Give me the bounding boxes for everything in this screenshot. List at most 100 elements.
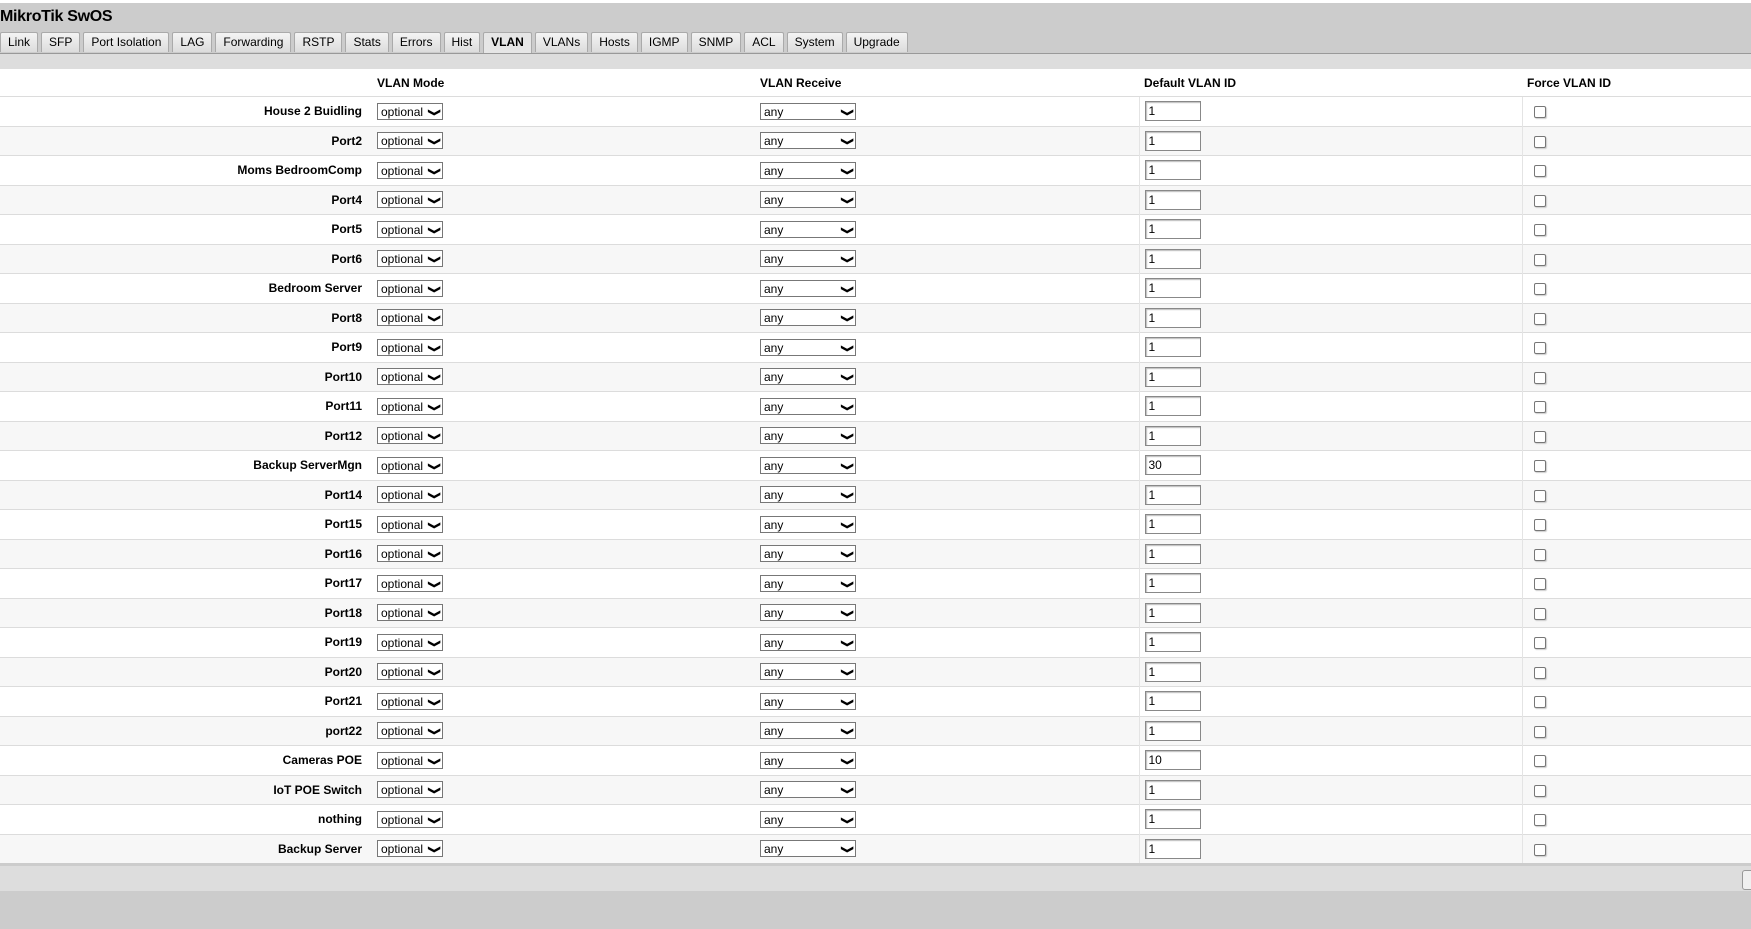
vlan-mode-select[interactable]: optional ❯	[377, 279, 443, 297]
vlan-mode-select[interactable]: optional ❯	[377, 191, 443, 209]
default-vlan-id-input[interactable]: 1	[1144, 189, 1201, 210]
vlan-receive-select[interactable]: any ❯	[760, 220, 856, 238]
force-vlan-id-checkbox[interactable]	[1533, 371, 1546, 384]
force-vlan-id-checkbox[interactable]	[1533, 430, 1546, 443]
force-vlan-id-checkbox[interactable]	[1533, 666, 1546, 679]
vlan-mode-select[interactable]: optional ❯	[377, 751, 443, 769]
default-vlan-id-input[interactable]: 10	[1144, 750, 1201, 771]
vlan-receive-select[interactable]: any ❯	[760, 840, 856, 858]
default-vlan-id-input[interactable]: 1	[1144, 809, 1201, 830]
tab-snmp[interactable]: SNMP	[690, 32, 742, 52]
force-vlan-id-checkbox[interactable]	[1533, 194, 1546, 207]
default-vlan-id-input[interactable]: 1	[1144, 602, 1201, 623]
vlan-receive-select[interactable]: any ❯	[760, 397, 856, 415]
vlan-mode-select[interactable]: optional ❯	[377, 574, 443, 592]
vlan-mode-select[interactable]: optional ❯	[377, 692, 443, 710]
default-vlan-id-input[interactable]: 1	[1144, 278, 1201, 299]
vlan-mode-select[interactable]: optional ❯	[377, 781, 443, 799]
vlan-receive-select[interactable]: any ❯	[760, 574, 856, 592]
vlan-receive-select[interactable]: any ❯	[760, 604, 856, 622]
force-vlan-id-checkbox[interactable]	[1533, 519, 1546, 532]
default-vlan-id-input[interactable]: 1	[1144, 632, 1201, 653]
default-vlan-id-input[interactable]: 1	[1144, 779, 1201, 800]
vlan-receive-select[interactable]: any ❯	[760, 279, 856, 297]
vlan-mode-select[interactable]: optional ❯	[377, 161, 443, 179]
force-vlan-id-checkbox[interactable]	[1533, 489, 1546, 502]
vlan-mode-select[interactable]: optional ❯	[377, 722, 443, 740]
vlan-mode-select[interactable]: optional ❯	[377, 633, 443, 651]
force-vlan-id-checkbox[interactable]	[1533, 755, 1546, 768]
vlan-receive-select[interactable]: any ❯	[760, 132, 856, 150]
force-vlan-id-checkbox[interactable]	[1533, 283, 1546, 296]
tab-vlan[interactable]: VLAN	[483, 32, 532, 53]
default-vlan-id-input[interactable]: 1	[1144, 160, 1201, 181]
tab-vlans[interactable]: VLANs	[534, 32, 589, 52]
vlan-receive-select[interactable]: any ❯	[760, 722, 856, 740]
force-vlan-id-checkbox[interactable]	[1533, 253, 1546, 266]
default-vlan-id-input[interactable]: 1	[1144, 514, 1201, 535]
tab-port-isolation[interactable]: Port Isolation	[83, 32, 170, 52]
vlan-receive-select[interactable]: any ❯	[760, 515, 856, 533]
force-vlan-id-checkbox[interactable]	[1533, 135, 1546, 148]
default-vlan-id-input[interactable]: 1	[1144, 573, 1201, 594]
vlan-receive-select[interactable]: any ❯	[760, 309, 856, 327]
default-vlan-id-input[interactable]: 1	[1144, 543, 1201, 564]
vlan-receive-select[interactable]: any ❯	[760, 486, 856, 504]
default-vlan-id-input[interactable]: 1	[1144, 425, 1201, 446]
vlan-mode-select[interactable]: optional ❯	[377, 486, 443, 504]
tab-sfp[interactable]: SFP	[41, 32, 81, 52]
vlan-mode-select[interactable]: optional ❯	[377, 663, 443, 681]
vlan-mode-select[interactable]: optional ❯	[377, 515, 443, 533]
vlan-receive-select[interactable]: any ❯	[760, 692, 856, 710]
vlan-mode-select[interactable]: optional ❯	[377, 132, 443, 150]
default-vlan-id-input[interactable]: 1	[1144, 396, 1201, 417]
vlan-receive-select[interactable]: any ❯	[760, 338, 856, 356]
default-vlan-id-input[interactable]: 1	[1144, 720, 1201, 741]
tab-hist[interactable]: Hist	[443, 32, 481, 52]
vlan-receive-select[interactable]: any ❯	[760, 368, 856, 386]
force-vlan-id-checkbox[interactable]	[1533, 607, 1546, 620]
default-vlan-id-input[interactable]: 1	[1144, 219, 1201, 240]
default-vlan-id-input[interactable]: 1	[1144, 130, 1201, 151]
vlan-receive-select[interactable]: any ❯	[760, 810, 856, 828]
tab-link[interactable]: Link	[0, 32, 39, 52]
default-vlan-id-input[interactable]: 1	[1144, 337, 1201, 358]
vlan-mode-select[interactable]: optional ❯	[377, 545, 443, 563]
tab-lag[interactable]: LAG	[172, 32, 213, 52]
tab-errors[interactable]: Errors	[391, 32, 441, 52]
vlan-receive-select[interactable]: any ❯	[760, 545, 856, 563]
vlan-receive-select[interactable]: any ❯	[760, 663, 856, 681]
vlan-mode-select[interactable]: optional ❯	[377, 309, 443, 327]
force-vlan-id-checkbox[interactable]	[1533, 224, 1546, 237]
tab-stats[interactable]: Stats	[345, 32, 389, 52]
force-vlan-id-checkbox[interactable]	[1533, 784, 1546, 797]
default-vlan-id-input[interactable]: 1	[1144, 366, 1201, 387]
vlan-mode-select[interactable]: optional ❯	[377, 840, 443, 858]
force-vlan-id-checkbox[interactable]	[1533, 548, 1546, 561]
default-vlan-id-input[interactable]: 1	[1144, 661, 1201, 682]
vlan-mode-select[interactable]: optional ❯	[377, 102, 443, 120]
vlan-receive-select[interactable]: any ❯	[760, 456, 856, 474]
tab-igmp[interactable]: IGMP	[640, 32, 688, 52]
vlan-mode-select[interactable]: optional ❯	[377, 397, 443, 415]
vlan-receive-select[interactable]: any ❯	[760, 250, 856, 268]
default-vlan-id-input[interactable]: 1	[1144, 838, 1201, 859]
tab-acl[interactable]: ACL	[744, 32, 784, 52]
vlan-receive-select[interactable]: any ❯	[760, 161, 856, 179]
vlan-receive-select[interactable]: any ❯	[760, 633, 856, 651]
vlan-receive-select[interactable]: any ❯	[760, 781, 856, 799]
default-vlan-id-input[interactable]: 30	[1144, 455, 1201, 476]
default-vlan-id-input[interactable]: 1	[1144, 307, 1201, 328]
force-vlan-id-checkbox[interactable]	[1533, 637, 1546, 650]
vlan-mode-select[interactable]: optional ❯	[377, 368, 443, 386]
force-vlan-id-checkbox[interactable]	[1533, 401, 1546, 414]
tab-rstp[interactable]: RSTP	[294, 32, 343, 52]
tab-forwarding[interactable]: Forwarding	[215, 32, 292, 52]
default-vlan-id-input[interactable]: 1	[1144, 248, 1201, 269]
force-vlan-id-checkbox[interactable]	[1533, 696, 1546, 709]
force-vlan-id-checkbox[interactable]	[1533, 843, 1546, 856]
force-vlan-id-checkbox[interactable]	[1533, 312, 1546, 325]
tab-hosts[interactable]: Hosts	[591, 32, 638, 52]
vlan-mode-select[interactable]: optional ❯	[377, 456, 443, 474]
vlan-receive-select[interactable]: any ❯	[760, 427, 856, 445]
